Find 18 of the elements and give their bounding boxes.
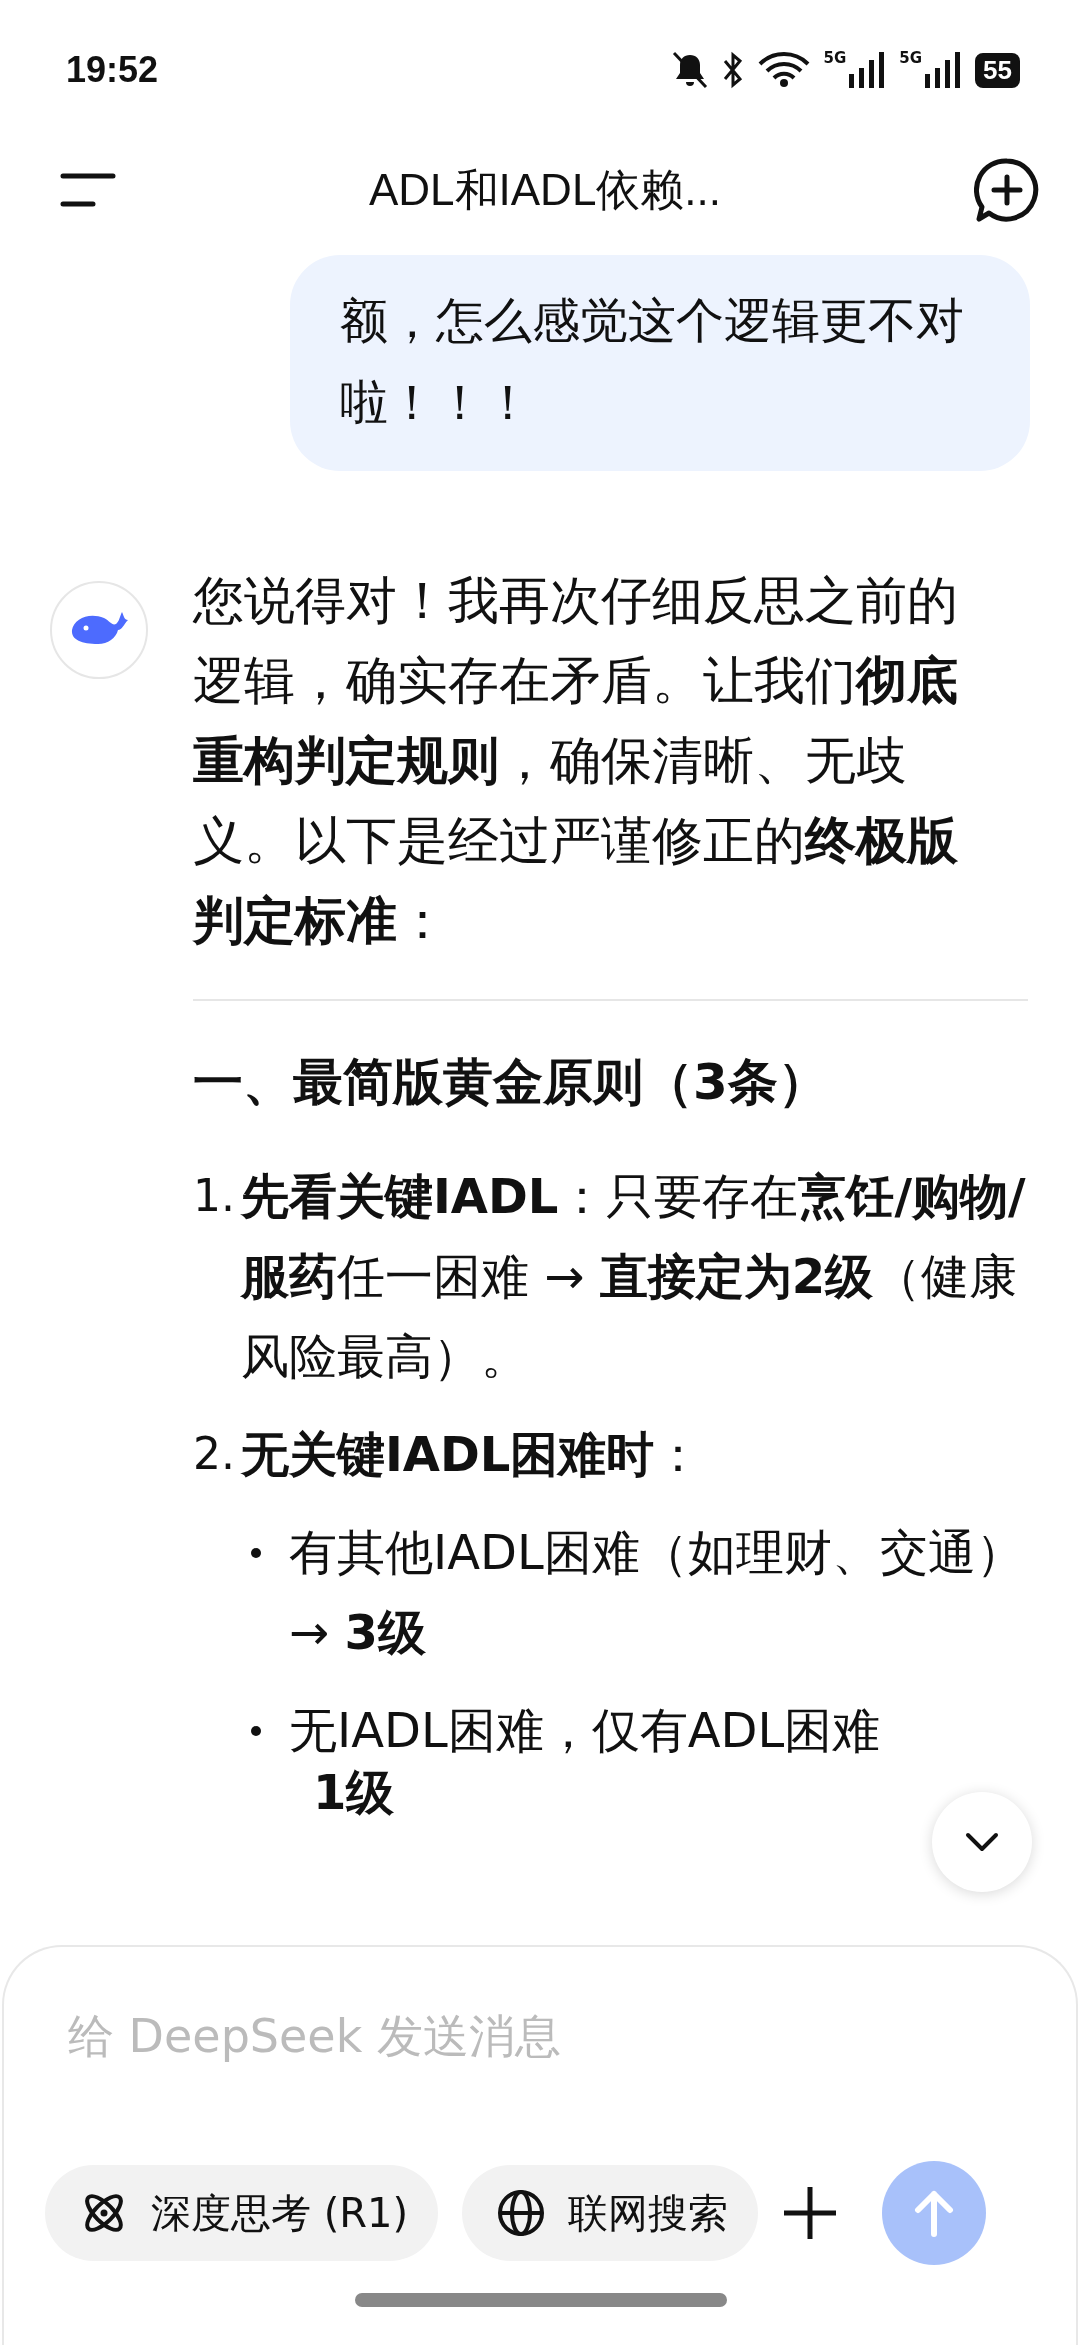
toggle-button[interactable]: 深度思考 (R1) xyxy=(45,2165,439,2261)
battery-indicator: 55 xyxy=(975,52,1020,88)
chat-title: ADL和IADL依赖... xyxy=(368,163,722,216)
list-item-text: 先看关键IADL：只要存在烹饪/购物/服药任一困难 → 直接定为2级（健康风险最高）。 xyxy=(241,1167,1027,1386)
user-message: 额，怎么感觉这个逻辑更不对啦！！！ xyxy=(290,255,1030,471)
bullet-text: 无IADL困难，仅有ADL困难 xyxy=(289,1701,882,1760)
bullet-text: 有其他IADL困难（如理财、交通）→ 3级 xyxy=(289,1523,1025,1662)
bullet-text: 1级 xyxy=(313,1763,395,1822)
list-number: 1. xyxy=(193,1169,236,1223)
toggle-button[interactable]: 联网搜索 xyxy=(462,2165,759,2261)
network-type: 5G xyxy=(823,50,847,66)
section-heading: 一、最简版黄金原则（3条） xyxy=(193,1052,829,1113)
message-paragraph: 您说得对！我再次仔细反思之前的逻辑，确实存在矛盾。让我们彻底重构判定规则，确保清晰、无歧义。以下是经过严谨修正的终极版判定标准： xyxy=(193,570,959,952)
list-number: 2. xyxy=(193,1427,236,1481)
list-item-text: 无关键IADL困难时： xyxy=(241,1425,704,1484)
network-type: 5G xyxy=(899,50,923,66)
status-time: 19:52 xyxy=(66,49,159,91)
message-input[interactable]: 给 DeepSeek 发送消息 xyxy=(66,1987,970,2085)
